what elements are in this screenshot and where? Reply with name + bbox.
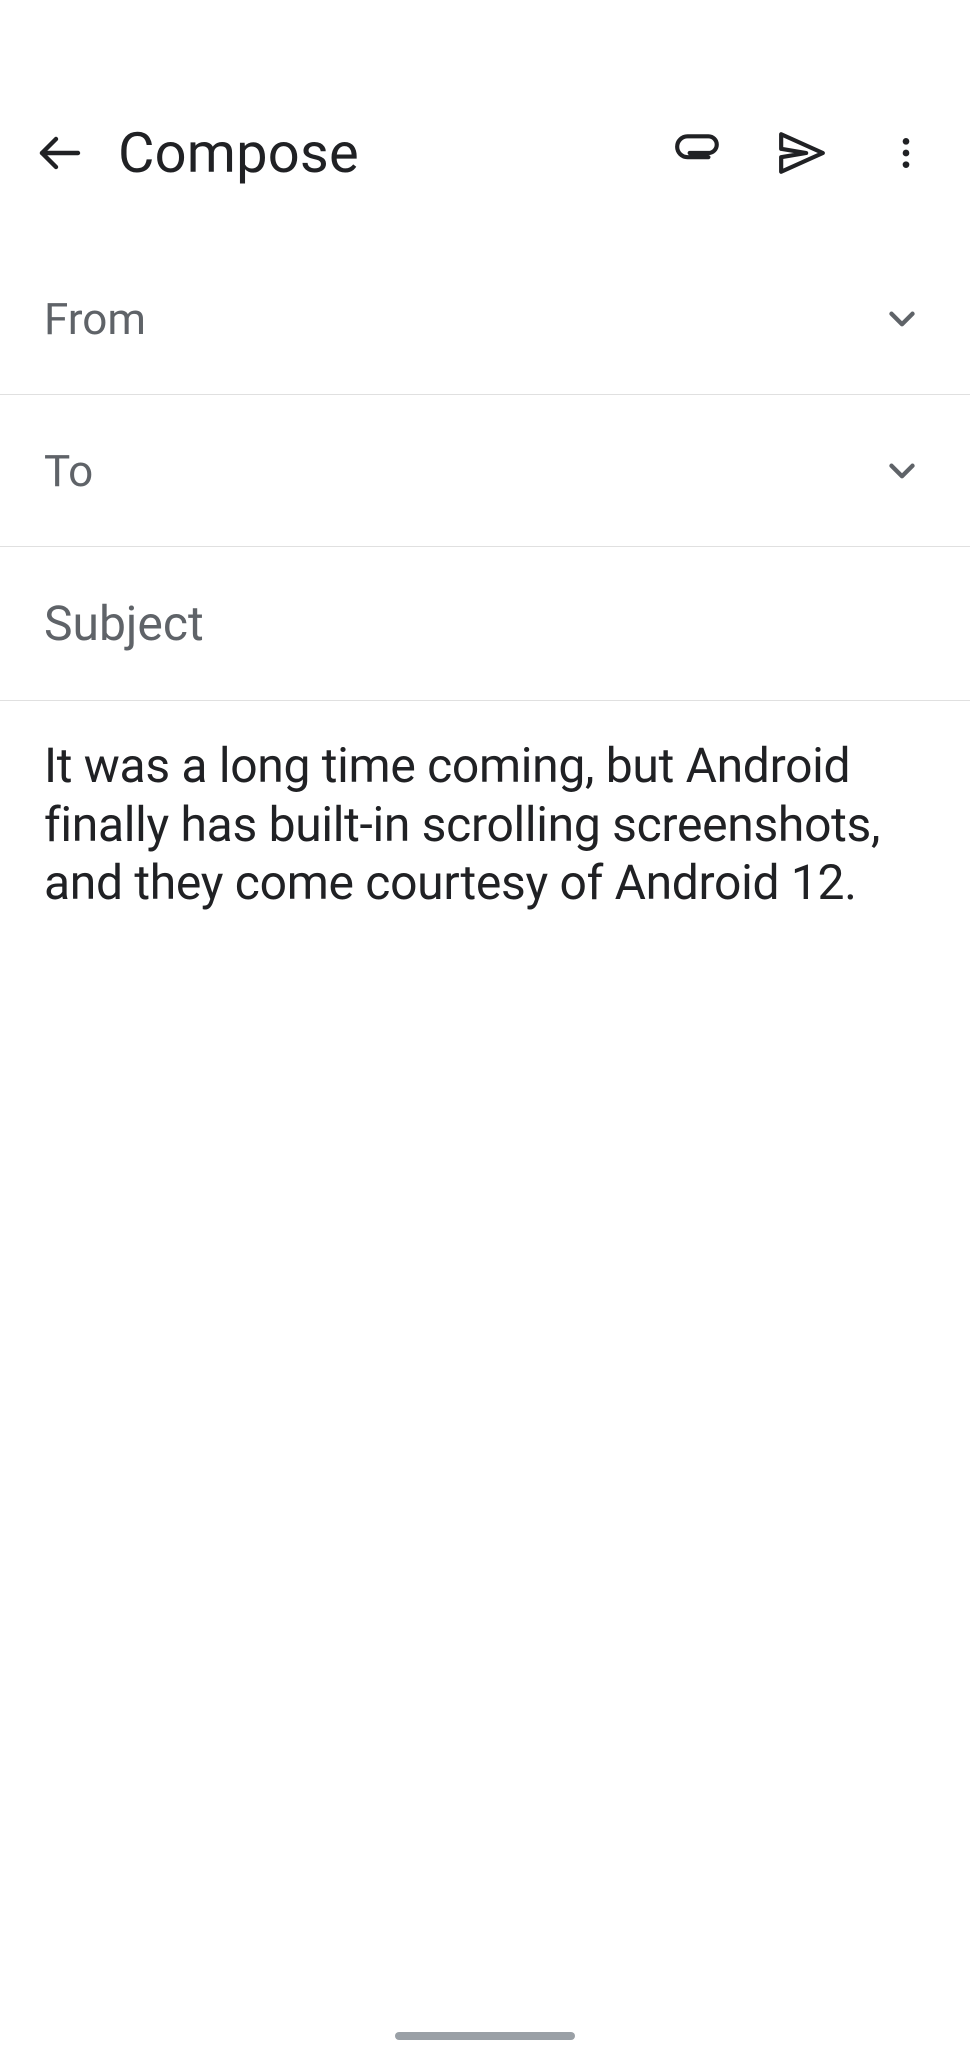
to-field[interactable]: To [0, 395, 970, 547]
back-button[interactable] [20, 113, 100, 193]
attach-button[interactable] [658, 113, 738, 193]
body-input[interactable]: It was a long time coming, but Android f… [44, 737, 926, 913]
page-title: Compose [118, 120, 658, 186]
more-options-button[interactable] [866, 113, 946, 193]
send-icon [777, 128, 827, 178]
chevron-down-icon [881, 450, 923, 492]
subject-row [0, 547, 970, 701]
navigation-bar [0, 2018, 970, 2048]
more-vertical-icon [886, 133, 926, 173]
app-bar: Compose [0, 0, 970, 195]
body-area: It was a long time coming, but Android f… [0, 701, 970, 2018]
from-expand-button[interactable] [878, 295, 926, 343]
subject-input[interactable] [44, 595, 926, 652]
from-label: From [44, 293, 878, 345]
action-bar [658, 113, 946, 193]
arrow-left-icon [36, 129, 84, 177]
chevron-down-icon [881, 298, 923, 340]
to-label: To [44, 445, 878, 497]
paperclip-icon [673, 128, 723, 178]
to-expand-button[interactable] [878, 447, 926, 495]
gesture-handle[interactable] [395, 2032, 575, 2040]
from-field[interactable]: From [0, 243, 970, 395]
send-button[interactable] [762, 113, 842, 193]
